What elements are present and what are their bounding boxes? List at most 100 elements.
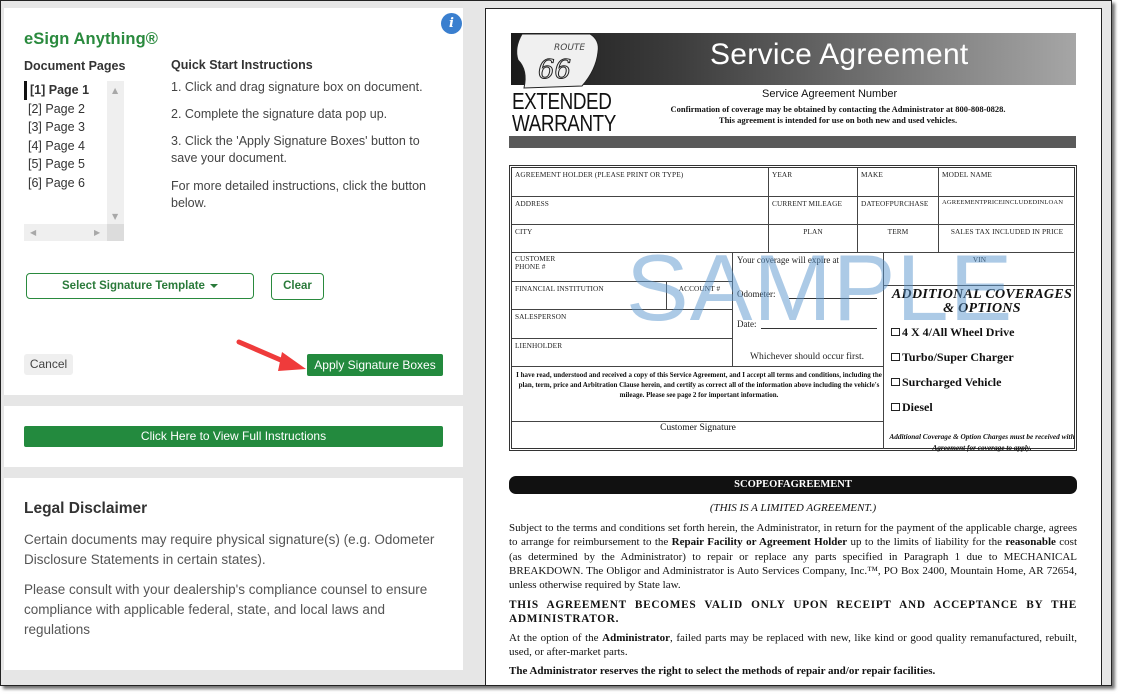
page-item-6[interactable]: [6] Page 6 xyxy=(24,174,106,193)
field-make[interactable]: MAKE xyxy=(858,168,939,197)
odometer-line[interactable] xyxy=(789,298,877,299)
select-signature-template-dropdown[interactable]: Select Signature Template xyxy=(26,273,254,299)
scroll-up-arrow-icon[interactable]: ▲ xyxy=(112,87,118,95)
intended-use-text: This agreement is intended for use on bo… xyxy=(718,115,958,125)
checkbox-icon[interactable] xyxy=(891,353,900,361)
text: At the option of the xyxy=(509,632,603,644)
apply-signature-boxes-button[interactable]: Apply Signature Boxes xyxy=(307,354,443,376)
field-salesperson[interactable]: SALESPERSON xyxy=(512,310,733,339)
legal-disclaimer-panel: Legal Disclaimer Certain documents may r… xyxy=(4,478,463,670)
field-city[interactable]: CITY xyxy=(512,225,769,253)
quick-start-more: For more detailed instructions, click th… xyxy=(171,179,426,210)
text-bold: Repair Facility or Agreement Holder xyxy=(671,536,848,549)
agreement-form: AGREEMENT HOLDER (PLEASE PRINT OR TYPE) … xyxy=(509,165,1077,452)
scroll-left-arrow-icon[interactable]: ◀ xyxy=(30,229,36,237)
legal-disclaimer-text-1: Certain documents may require physical s… xyxy=(24,532,435,567)
scrollbar-corner xyxy=(107,224,124,241)
phone-label-line-2: PHONE # xyxy=(515,262,546,271)
page-item-1[interactable]: [1] Page 1 xyxy=(24,81,106,100)
option-label: Surcharged Vehicle xyxy=(902,375,1002,389)
confirmation-text: Confirmation of coverage may be obtained… xyxy=(670,104,1006,114)
checkbox-icon[interactable] xyxy=(891,328,900,336)
option-4x4[interactable]: 4 X 4/All Wheel Drive xyxy=(891,325,1014,340)
logo-line-2: WARRANTY xyxy=(512,110,616,136)
page-item-2[interactable]: [2] Page 2 xyxy=(24,100,106,119)
scope-paragraph-1: Subject to the terms and conditions set … xyxy=(509,521,1077,592)
document-pages-list[interactable]: [1] Page 1 [2] Page 2 [3] Page 3 [4] Pag… xyxy=(24,81,124,241)
document-pages-label: Document Pages xyxy=(24,59,126,73)
repair-methods-paragraph: The Administrator reserves the right to … xyxy=(509,665,936,677)
option-label: Turbo/Super Charger xyxy=(902,350,1014,364)
document-viewer[interactable]: ROUTE 66 EXTENDED WARRANTY Service Agree… xyxy=(485,8,1102,685)
date-label: Date: xyxy=(737,319,757,329)
field-date-of-purchase[interactable]: DATEOFPURCHASE xyxy=(858,197,939,225)
odometer-label: Odometer: xyxy=(737,289,776,299)
clear-button[interactable]: Clear xyxy=(271,273,324,300)
quick-start-step-2: 2. Complete the signature data pop up. xyxy=(171,107,388,121)
checkbox-icon[interactable] xyxy=(891,403,900,411)
text-bold: Administrator xyxy=(602,632,670,644)
vertical-scrollbar[interactable]: ▲ ▼ xyxy=(107,81,124,224)
field-customer-phone[interactable]: CUSTOMER PHONE # xyxy=(512,253,733,282)
validity-paragraph: THIS AGREEMENT BECOMES VALID ONLY UPON R… xyxy=(509,599,1077,626)
app-title: eSign Anything® xyxy=(24,30,159,48)
field-sales-tax[interactable]: SALES TAX INCLUDED IN PRICE xyxy=(939,225,1075,253)
legal-disclaimer-text-2: Please consult with your dealership's co… xyxy=(24,582,428,637)
logo-route-text: ROUTE xyxy=(554,43,585,53)
option-label: 4 X 4/All Wheel Drive xyxy=(902,325,1015,339)
field-agreement-holder[interactable]: AGREEMENT HOLDER (PLEASE PRINT OR TYPE) xyxy=(512,168,769,197)
info-icon[interactable]: i xyxy=(441,13,462,34)
logo-line-1: EXTENDED xyxy=(512,88,612,114)
caret-down-icon xyxy=(209,283,218,288)
quick-start-label: Quick Start Instructions xyxy=(171,58,313,72)
option-label: Diesel xyxy=(902,400,933,414)
field-plan[interactable]: PLAN xyxy=(769,225,858,253)
red-annotation-arrow-icon xyxy=(236,339,306,371)
checkbox-icon[interactable] xyxy=(891,378,900,386)
whichever-first-text: Whichever should occur first. xyxy=(750,351,865,362)
scroll-down-arrow-icon[interactable]: ▼ xyxy=(112,213,118,221)
field-lienholder[interactable]: LIENHOLDER xyxy=(512,339,733,367)
option-surcharged[interactable]: Surcharged Vehicle xyxy=(891,375,1001,390)
app-window: i eSign Anything® Document Pages [1] Pag… xyxy=(0,0,1112,686)
document-title: Service Agreement xyxy=(710,38,969,71)
additional-coverage-note: Additional Coverage & Option Charges mus… xyxy=(889,432,1075,452)
option-diesel[interactable]: Diesel xyxy=(891,400,933,415)
parts-paragraph: At the option of the Administrator, fail… xyxy=(509,631,1077,660)
page-item-4[interactable]: [4] Page 4 xyxy=(24,137,106,156)
phone-label-line-1: CUSTOMER xyxy=(515,254,556,263)
coverage-expire-label: Your coverage will expire at xyxy=(737,255,840,265)
select-template-label: Select Signature Template xyxy=(62,280,205,292)
service-agreement-number-label: Service Agreement Number xyxy=(762,88,898,100)
field-financial-institution[interactable]: FINANCIAL INSTITUTION xyxy=(512,282,667,310)
signing-panel: i eSign Anything® Document Pages [1] Pag… xyxy=(4,8,463,395)
field-price-included-in-loan[interactable]: AGREEMENTPRICEINCLUDEDINLOAN xyxy=(939,197,1075,225)
customer-signature-label: Customer Signature xyxy=(660,423,736,433)
text-bold: reasonable xyxy=(1005,536,1056,549)
instructions-panel: Click Here to View Full Instructions xyxy=(4,406,463,467)
limited-agreement-text: (THIS IS A LIMITED AGREEMENT.) xyxy=(709,502,877,514)
route-66-shield-logo-icon: ROUTE 66 xyxy=(516,33,599,89)
field-model-name[interactable]: MODEL NAME xyxy=(939,168,1075,197)
view-full-instructions-button[interactable]: Click Here to View Full Instructions xyxy=(24,426,443,447)
field-current-mileage[interactable]: CURRENT MILEAGE xyxy=(769,197,858,225)
horizontal-scrollbar[interactable]: ◀ ▶ xyxy=(24,224,107,241)
acknowledgement-text: I have read, understood and received a c… xyxy=(516,371,882,399)
logo-number-text: 66 xyxy=(538,55,571,85)
date-line[interactable] xyxy=(761,328,877,329)
field-term[interactable]: TERM xyxy=(858,225,939,253)
logo-extended-warranty: EXTENDED WARRANTY xyxy=(512,88,616,136)
scroll-right-arrow-icon[interactable]: ▶ xyxy=(94,229,100,237)
page-item-3[interactable]: [3] Page 3 xyxy=(24,118,106,137)
field-account-number[interactable]: ACCOUNT # xyxy=(667,282,733,310)
field-vin[interactable]: VIN xyxy=(884,253,1075,286)
additional-coverages-title: ADDITIONAL COVERAGES & OPTIONS xyxy=(891,287,1073,316)
document-page[interactable]: ROUTE 66 EXTENDED WARRANTY Service Agree… xyxy=(486,9,1101,685)
option-turbo[interactable]: Turbo/Super Charger xyxy=(891,350,1014,365)
page-item-5[interactable]: [5] Page 5 xyxy=(24,155,106,174)
field-address[interactable]: ADDRESS xyxy=(512,197,769,225)
header-divider-bar xyxy=(509,136,1076,148)
cancel-button[interactable]: Cancel xyxy=(24,354,73,375)
text: up to the limits of liability for the xyxy=(847,536,1006,549)
field-year[interactable]: YEAR xyxy=(769,168,858,197)
